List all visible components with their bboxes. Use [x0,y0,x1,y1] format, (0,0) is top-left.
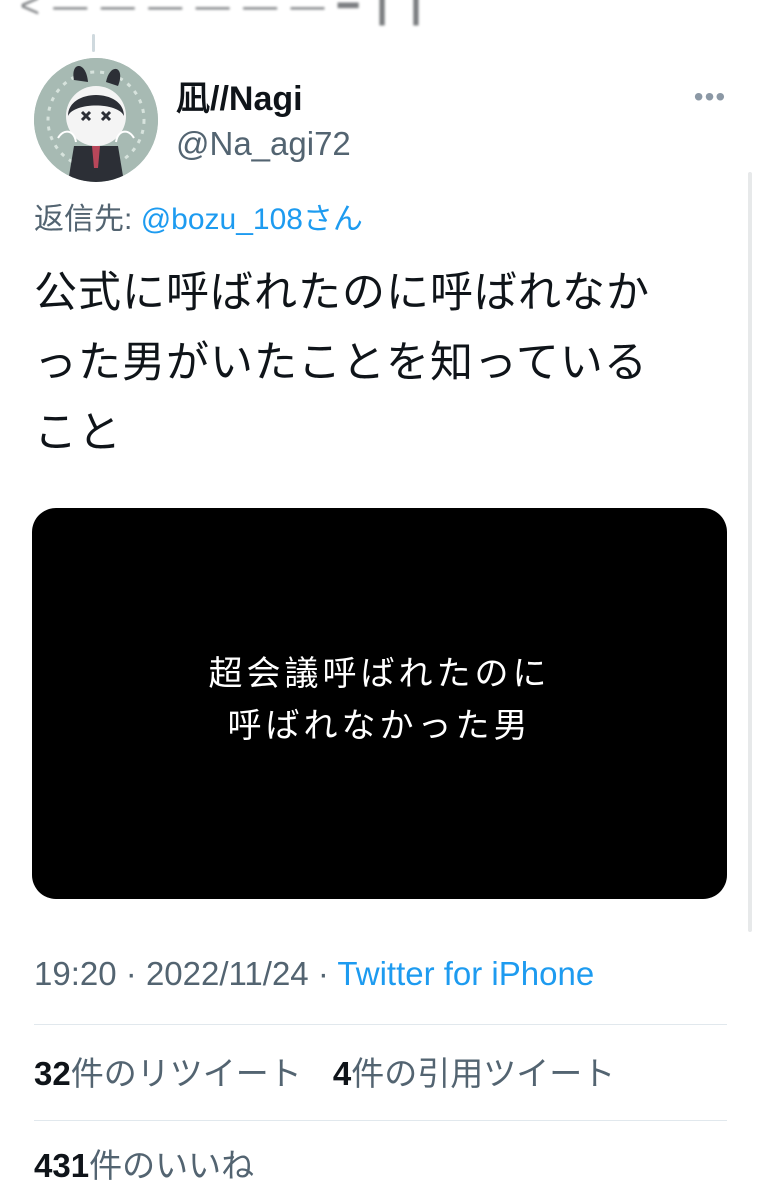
tweet-metadata: 19:20 · 2022/11/24 · Twitter for iPhone [34,952,594,996]
quote-tweets-stat[interactable]: 4件の引用ツイート [333,1052,615,1096]
scrollbar[interactable] [748,172,752,932]
tweet-media[interactable]: 超会議呼ばれたのに 呼ばれなかった男 [32,508,727,899]
tweet-time[interactable]: 19:20 [34,955,117,992]
author-name[interactable]: 凪//Nagi [176,78,303,120]
retweets-label: 件のリツイート [70,1055,302,1092]
tweet-date[interactable]: 2022/11/24 [146,955,309,992]
tweet-source-link[interactable]: Twitter for iPhone [337,955,594,992]
likes-stat[interactable]: 431件のいいね [34,1144,254,1188]
likes-count: 431 [34,1147,90,1184]
quote-tweets-count: 4 [332,1055,352,1092]
reply-mention-link[interactable]: @bozu_108さん [141,203,363,236]
previous-tweet-fragment: < — — — — — — ━ ┃ ┃ [20,0,429,25]
thread-connector-line [92,34,95,52]
reply-label: 返信先: [34,203,133,236]
divider [34,1024,727,1025]
media-caption-line: 呼ばれなかった男 [227,706,532,746]
more-horizontal-icon: ••• [693,81,727,112]
more-options-button[interactable]: ••• [690,82,730,112]
retweets-count: 32 [34,1055,71,1092]
meta-separator: · [317,955,329,992]
media-caption-line: 超会議呼ばれたのに [208,654,551,694]
retweets-stat[interactable]: 32件のリツイート [34,1052,302,1096]
author-handle[interactable]: @Na_agi72 [176,124,351,164]
divider [34,1120,727,1121]
engagement-stats-row: 32件のリツイート 4件の引用ツイート [34,1052,637,1096]
quote-tweets-label: 件の引用ツイート [351,1055,616,1092]
tweet-text-line: 公式に呼ばれたのに呼ばれなか [34,269,650,317]
tweet-text-line: こと [34,409,122,457]
media-caption: 超会議呼ばれたのに 呼ばれなかった男 [32,648,727,752]
likes-label: 件のいいね [89,1147,255,1184]
likes-stat-row: 431件のいいね [34,1144,276,1188]
reply-context: 返信先: @bozu_108さん [34,200,363,240]
avatar-illustration-icon [34,58,158,182]
avatar[interactable] [34,58,158,182]
tweet-text: 公式に呼ばれたのに呼ばれなか った男がいたことを知っている こと [34,258,724,468]
meta-separator: · [125,955,137,992]
tweet-text-line: った男がいたことを知っている [34,339,648,387]
